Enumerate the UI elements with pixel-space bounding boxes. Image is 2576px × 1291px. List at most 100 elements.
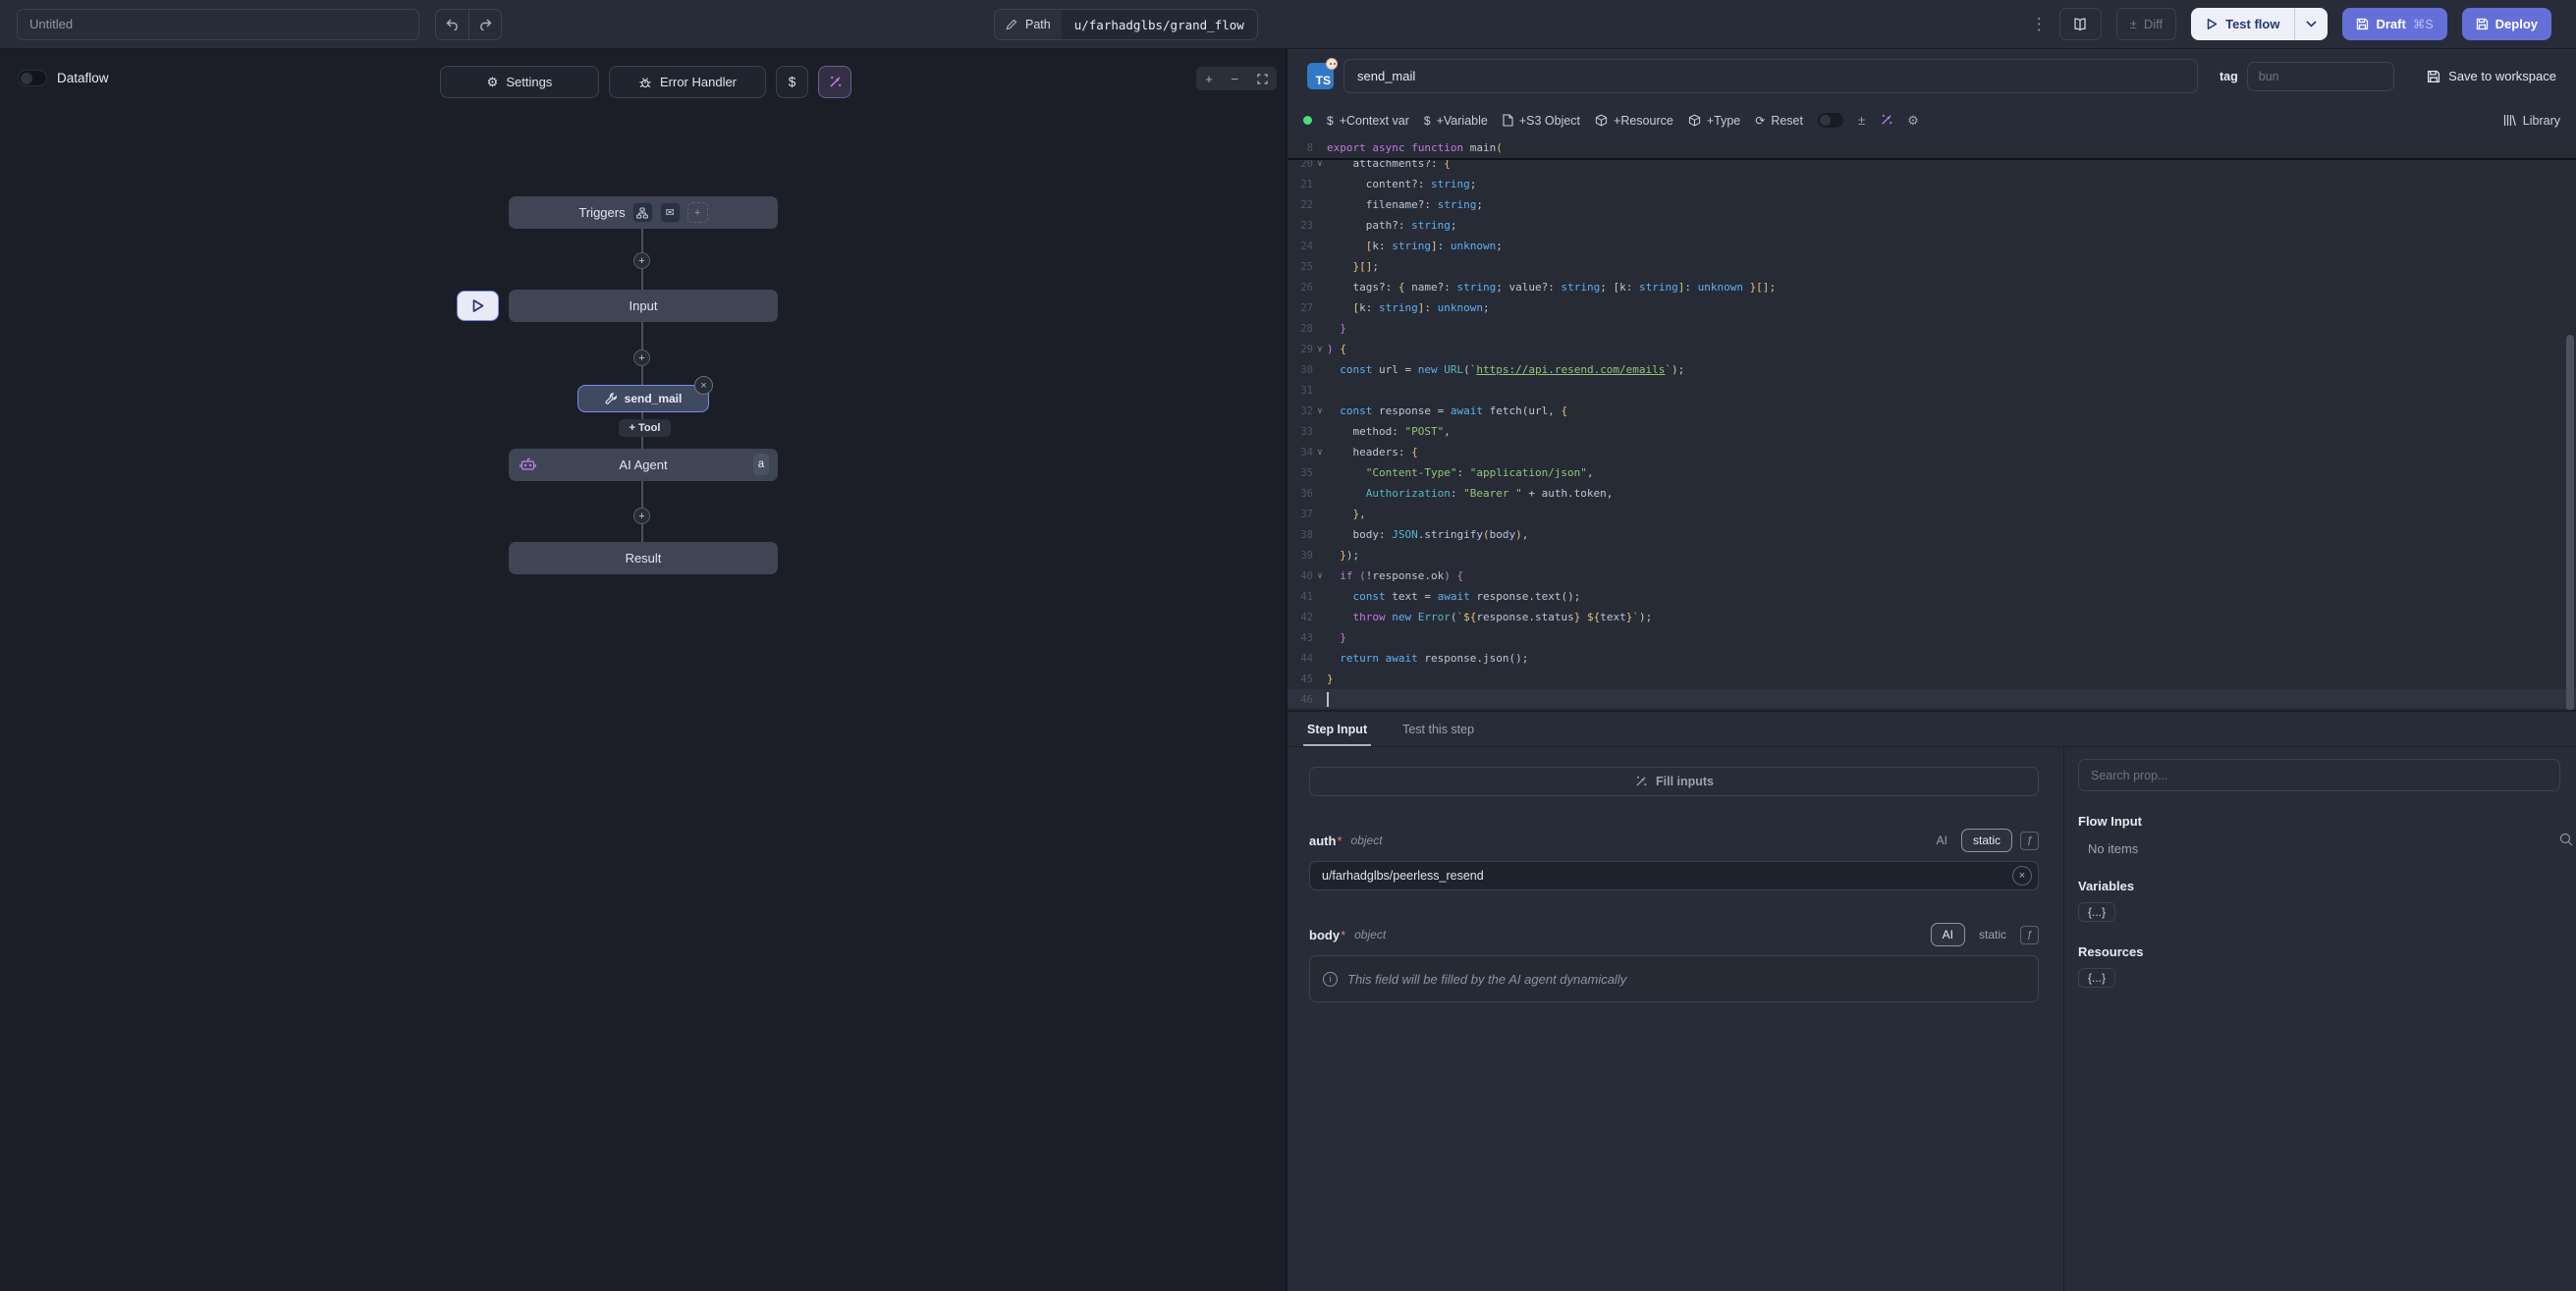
code-line[interactable]: 26 tags?: { name?: string; value?: strin… — [1288, 277, 2576, 297]
code-line[interactable]: 21 content?: string; — [1288, 174, 2576, 194]
code-line[interactable]: 43 } — [1288, 627, 2576, 648]
flow-canvas[interactable]: Dataflow ⚙ Settings Error Handler $ — [0, 49, 1288, 1291]
code-line[interactable]: 27 [k: string]: unknown; — [1288, 297, 2576, 318]
path-chip[interactable]: Path u/farhadglbs/grand_flow — [994, 9, 1258, 40]
editor-scrollbar[interactable] — [2566, 335, 2574, 710]
insert-step-button-top[interactable]: + — [633, 252, 650, 269]
auth-mode-ai-button[interactable]: AI — [1931, 830, 1953, 851]
trigger-routes-button[interactable] — [632, 202, 653, 223]
body-mode-ai-button[interactable]: AI — [1931, 923, 1965, 946]
diff-button[interactable]: ± Diff — [2116, 8, 2176, 40]
add-variable-button[interactable]: $ +Variable — [1424, 114, 1488, 128]
function-square-icon[interactable]: ƒ — [2020, 926, 2039, 944]
trigger-email-button[interactable]: ✉ — [660, 202, 681, 223]
resources-object-chip[interactable]: {...} — [2078, 968, 2115, 988]
code-line[interactable]: 40∨ if (!response.ok) { — [1288, 565, 2576, 586]
code-line[interactable]: 37 }, — [1288, 504, 2576, 524]
zoom-in-button[interactable]: + — [1205, 73, 1213, 85]
fill-inputs-button[interactable]: Fill inputs — [1309, 767, 2039, 796]
body-mode-static-button[interactable]: static — [1973, 924, 2012, 945]
insert-step-button-middle[interactable]: + — [633, 350, 650, 366]
code-line[interactable]: 25 }[]; — [1288, 256, 2576, 277]
auth-mode-static-button[interactable]: static — [1961, 829, 2012, 852]
deploy-button[interactable]: Deploy — [2462, 8, 2551, 40]
flow-summary-input[interactable] — [17, 9, 419, 40]
diff-mode-icon[interactable]: ± — [1858, 113, 1865, 128]
panel-search-icon[interactable] — [2558, 832, 2574, 847]
code-line[interactable]: 23 path?: string; — [1288, 215, 2576, 236]
code-line[interactable]: 42 throw new Error(`${response.status} $… — [1288, 607, 2576, 627]
code-line[interactable]: 33 method: "POST", — [1288, 421, 2576, 442]
fold-chevron-icon[interactable]: ∨ — [1313, 345, 1327, 354]
code-line[interactable]: 45} — [1288, 669, 2576, 689]
fit-view-button[interactable] — [1257, 74, 1268, 84]
reset-code-button[interactable]: ⟳ Reset — [1755, 114, 1803, 128]
add-tool-button[interactable]: + Tool — [619, 419, 671, 437]
add-type-button[interactable]: +Type — [1688, 114, 1740, 128]
tab-test-this-step[interactable]: Test this step — [1402, 712, 1474, 746]
insert-step-button-bottom[interactable]: + — [633, 508, 650, 524]
draft-button[interactable]: Draft ⌘S — [2342, 8, 2446, 40]
worker-group-button[interactable]: $ — [776, 66, 808, 98]
add-s3-object-button[interactable]: +S3 Object — [1503, 114, 1580, 128]
magic-wand-icon — [1880, 114, 1892, 127]
dataflow-toggle[interactable] — [18, 70, 47, 86]
redo-button[interactable] — [468, 10, 501, 39]
code-line[interactable]: 38 body: JSON.stringify(body), — [1288, 524, 2576, 545]
code-editor[interactable]: 8export async function main( 20∨ attachm… — [1288, 137, 2576, 710]
code-line[interactable]: 24 [k: string]: unknown; — [1288, 236, 2576, 256]
code-line[interactable]: 44 return await response.json(); — [1288, 648, 2576, 669]
code-line[interactable]: 34∨ headers: { — [1288, 442, 2576, 462]
add-context-var-button[interactable]: $ +Context var — [1327, 114, 1409, 128]
add-resource-button[interactable]: +Resource — [1595, 114, 1673, 128]
step-name-input[interactable] — [1343, 59, 2198, 93]
fold-chevron-icon[interactable]: ∨ — [1313, 571, 1327, 581]
node-triggers[interactable]: Triggers ✉ + — [509, 196, 778, 229]
tab-step-input[interactable]: Step Input — [1307, 712, 1367, 746]
editor-option-toggle[interactable] — [1818, 113, 1843, 128]
undo-button[interactable] — [436, 10, 468, 39]
docs-panel-button[interactable] — [2059, 8, 2102, 40]
prop-search-input[interactable] — [2078, 759, 2560, 791]
ai-builder-button[interactable] — [818, 66, 851, 98]
zoom-out-button[interactable]: − — [1231, 73, 1238, 85]
code-line[interactable]: 22 filename?: string; — [1288, 194, 2576, 215]
flow-settings-button[interactable]: ⚙ Settings — [440, 66, 599, 98]
tag-input[interactable] — [2247, 62, 2394, 91]
more-menu-icon[interactable]: ⋮ — [2031, 15, 2045, 34]
auth-value-input[interactable] — [1309, 861, 2039, 890]
variables-object-chip[interactable]: {...} — [2078, 902, 2115, 922]
code-line[interactable]: 29∨) { — [1288, 339, 2576, 359]
editor-settings-icon[interactable]: ⚙ — [1907, 113, 1919, 129]
code-line[interactable]: 46 — [1288, 689, 2576, 708]
test-flow-button[interactable]: Test flow — [2191, 8, 2294, 40]
code-line[interactable]: 30 const url = new URL(`https://api.rese… — [1288, 359, 2576, 380]
code-sticky-line[interactable]: 8export async function main( — [1288, 137, 2576, 160]
code-line[interactable]: 41 const text = await response.text(); — [1288, 586, 2576, 607]
save-to-workspace-button[interactable]: Save to workspace — [2427, 69, 2556, 83]
error-handler-button[interactable]: Error Handler — [609, 66, 766, 98]
node-input[interactable]: Input — [509, 290, 778, 322]
code-line[interactable]: 39 }); — [1288, 545, 2576, 565]
code-line[interactable]: 35 "Content-Type": "application/json", — [1288, 462, 2576, 483]
node-result[interactable]: Result — [509, 542, 778, 574]
test-flow-dropdown-button[interactable] — [2294, 8, 2328, 40]
ai-assistant-button[interactable] — [1880, 114, 1892, 127]
code-line[interactable]: 8export async function main( — [1288, 137, 2576, 158]
code-line[interactable]: 32∨ const response = await fetch(url, { — [1288, 401, 2576, 421]
library-button[interactable]: Library — [2503, 114, 2560, 128]
fold-chevron-icon[interactable]: ∨ — [1313, 160, 1327, 169]
fold-chevron-icon[interactable]: ∨ — [1313, 406, 1327, 416]
code-line[interactable]: 20∨ attachments?: { — [1288, 160, 2576, 174]
code-line[interactable]: 36 Authorization: "Bearer " + auth.token… — [1288, 483, 2576, 504]
function-square-icon[interactable]: ƒ — [2020, 832, 2039, 850]
node-ai-agent[interactable]: AI Agent a — [509, 449, 778, 481]
fold-chevron-icon[interactable]: ∨ — [1313, 448, 1327, 457]
code-line[interactable]: 31 — [1288, 380, 2576, 401]
clear-auth-button[interactable]: × — [2012, 866, 2032, 886]
add-trigger-button[interactable]: + — [687, 202, 708, 223]
node-tool-send-mail[interactable]: send_mail — [577, 385, 709, 412]
remove-tool-button[interactable]: × — [694, 376, 713, 395]
run-flow-button[interactable] — [457, 291, 499, 321]
code-line[interactable]: 28 } — [1288, 318, 2576, 339]
